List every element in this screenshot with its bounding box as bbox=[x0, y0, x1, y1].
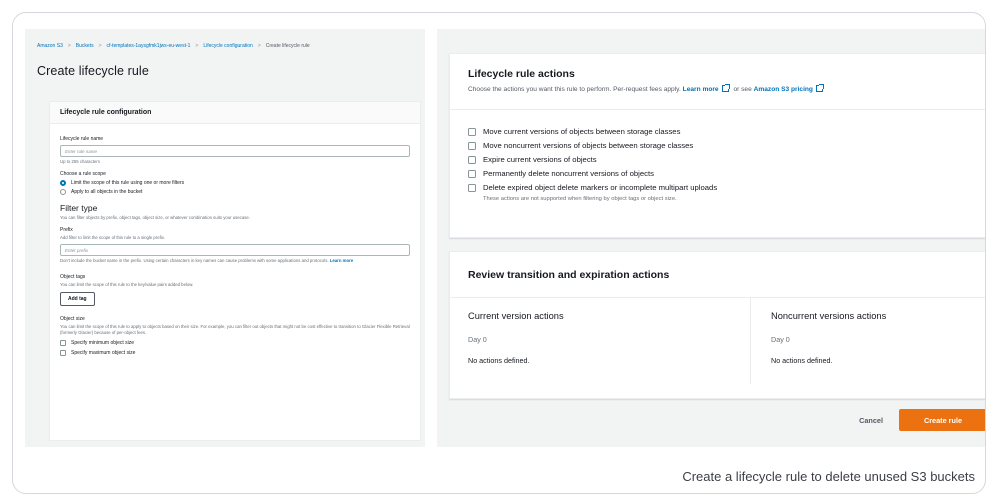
action-move-noncurrent[interactable]: Move noncurrent versions of objects betw… bbox=[468, 140, 968, 151]
action-delete-markers[interactable]: Delete expired object delete markers or … bbox=[468, 182, 968, 193]
form-footer: Cancel Create rule bbox=[449, 405, 985, 435]
current-day: Day 0 bbox=[468, 335, 487, 344]
breadcrumb-separator-icon: > bbox=[257, 43, 261, 49]
min-size-label: Specify minimum object size bbox=[71, 340, 135, 346]
prefix-note-text: Don't include the bucket name in the pre… bbox=[60, 258, 329, 263]
create-rule-button[interactable]: Create rule bbox=[899, 409, 985, 431]
checkbox-icon[interactable] bbox=[60, 340, 66, 346]
actions-subtitle: Choose the actions you want this rule to… bbox=[468, 84, 968, 93]
noncurrent-day: Day 0 bbox=[771, 335, 790, 344]
rule-name-hint: Up to 255 characters bbox=[60, 159, 100, 164]
rule-configuration-panel: Lifecycle rule configuration Lifecycle r… bbox=[49, 101, 421, 441]
action-label: Expire current versions of objects bbox=[483, 155, 597, 164]
checkbox-icon[interactable] bbox=[468, 155, 476, 164]
min-size-option[interactable]: Specify minimum object size bbox=[60, 340, 410, 346]
lifecycle-actions-card: Lifecycle rule actions Choose the action… bbox=[449, 53, 985, 238]
breadcrumb: Amazon S3 > Buckets > cf-templates-1aysg… bbox=[37, 43, 425, 49]
noncurrent-status: No actions defined. bbox=[771, 356, 833, 365]
filter-type-hint: You can filter objects by prefix, object… bbox=[60, 215, 250, 220]
breadcrumb-buckets[interactable]: Buckets bbox=[76, 43, 94, 49]
prefix-note: Don't include the bucket name in the pre… bbox=[60, 258, 410, 264]
action-delete-noncurrent[interactable]: Permanently delete noncurrent versions o… bbox=[468, 168, 968, 179]
page-title: Create lifecycle rule bbox=[37, 64, 149, 78]
action-label: Move current versions of objects between… bbox=[483, 127, 681, 136]
checkbox-icon[interactable] bbox=[468, 183, 476, 192]
external-link-icon[interactable] bbox=[815, 84, 824, 92]
screenshot-frame: Amazon S3 > Buckets > cf-templates-1aysg… bbox=[12, 12, 986, 494]
caption: Create a lifecycle rule to delete unused… bbox=[682, 469, 975, 484]
scope-option-label: Apply to all objects in the bucket bbox=[71, 189, 143, 195]
prefix-hint: Add filter to limit the scope of this ru… bbox=[60, 235, 166, 240]
radio-selected-icon[interactable] bbox=[60, 180, 66, 186]
action-move-current[interactable]: Move current versions of objects between… bbox=[468, 126, 968, 137]
action-label: Permanently delete noncurrent versions o… bbox=[483, 169, 654, 178]
review-actions-card: Review transition and expiration actions… bbox=[449, 251, 985, 399]
current-version-column: Current version actions Day 0 No actions… bbox=[450, 298, 750, 384]
object-tags-label: Object tags bbox=[60, 274, 86, 280]
rule-name-input[interactable]: Enter rule name bbox=[60, 145, 410, 157]
external-link-icon[interactable] bbox=[721, 84, 730, 92]
left-screenshot: Amazon S3 > Buckets > cf-templates-1aysg… bbox=[25, 29, 425, 447]
prefix-input[interactable]: Enter prefix bbox=[60, 244, 410, 256]
breadcrumb-separator-icon: > bbox=[98, 43, 102, 49]
actions-subtitle-text: Choose the actions you want this rule to… bbox=[468, 86, 681, 93]
cancel-button[interactable]: Cancel bbox=[859, 416, 883, 425]
breadcrumb-separator-icon: > bbox=[67, 43, 71, 49]
prefix-label: Prefix bbox=[60, 227, 73, 233]
action-label: Delete expired object delete markers or … bbox=[483, 183, 718, 192]
current-title: Current version actions bbox=[468, 311, 564, 321]
or-see-text: or see bbox=[733, 86, 752, 93]
rule-name-label: Lifecycle rule name bbox=[60, 136, 104, 142]
noncurrent-version-column: Noncurrent versions actions Day 0 No act… bbox=[750, 298, 904, 384]
filter-type-title: Filter type bbox=[60, 203, 98, 213]
breadcrumb-current: Create lifecycle rule bbox=[265, 43, 310, 49]
object-size-hint: You can limit the scope of this rule to … bbox=[60, 324, 410, 335]
noncurrent-title: Noncurrent versions actions bbox=[771, 311, 887, 321]
max-size-label: Specify maximum object size bbox=[71, 350, 136, 356]
checkbox-icon[interactable] bbox=[468, 127, 476, 136]
radio-icon[interactable] bbox=[60, 189, 66, 195]
scope-label: Choose a rule scope bbox=[60, 171, 106, 177]
max-size-option[interactable]: Specify maximum object size bbox=[60, 350, 410, 356]
breadcrumb-amazon-s3[interactable]: Amazon S3 bbox=[37, 43, 63, 49]
breadcrumb-separator-icon: > bbox=[195, 43, 199, 49]
checkbox-icon[interactable] bbox=[60, 350, 66, 356]
add-tag-button[interactable]: Add tag bbox=[60, 292, 95, 306]
breadcrumb-bucket[interactable]: cf-templates-1aysgfmk1jws-eu-west-1 bbox=[107, 43, 191, 49]
review-title: Review transition and expiration actions bbox=[468, 269, 670, 281]
learn-more-link[interactable]: Learn more bbox=[330, 258, 353, 263]
breadcrumb-lifecycle[interactable]: Lifecycle configuration bbox=[203, 43, 252, 49]
scope-option-all[interactable]: Apply to all objects in the bucket bbox=[60, 189, 410, 195]
actions-note: These actions are not supported when fil… bbox=[483, 196, 677, 202]
checkbox-icon[interactable] bbox=[468, 141, 476, 150]
right-screenshot: Lifecycle rule actions Choose the action… bbox=[437, 29, 985, 447]
scope-option-filter[interactable]: Limit the scope of this rule using one o… bbox=[60, 180, 410, 186]
action-expire-current[interactable]: Expire current versions of objects bbox=[468, 154, 968, 165]
learn-more-link[interactable]: Learn more bbox=[683, 86, 719, 93]
object-size-label: Object size bbox=[60, 316, 85, 322]
scope-option-label: Limit the scope of this rule using one o… bbox=[71, 180, 185, 186]
current-status: No actions defined. bbox=[468, 356, 530, 365]
action-label: Move noncurrent versions of objects betw… bbox=[483, 141, 694, 150]
actions-title: Lifecycle rule actions bbox=[468, 68, 575, 80]
config-title: Lifecycle rule configuration bbox=[50, 102, 420, 124]
checkbox-icon[interactable] bbox=[468, 169, 476, 178]
s3-pricing-link[interactable]: Amazon S3 pricing bbox=[754, 86, 813, 93]
object-tags-hint: You can limit the scope of this rule to … bbox=[60, 282, 194, 287]
